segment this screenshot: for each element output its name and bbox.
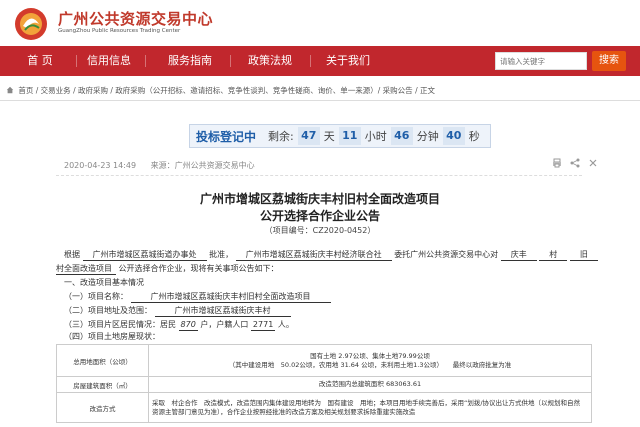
- table-cell-label: 房屋建筑面积（㎡）: [56, 376, 149, 393]
- project-name-end: 村全面改造项目: [56, 263, 116, 275]
- nav-divider: [230, 55, 231, 67]
- countdown-seconds: 40: [442, 127, 465, 145]
- nav-item-home[interactable]: 首 页: [10, 46, 70, 76]
- article-source: 来源：广州公共资源交易中心: [150, 161, 255, 170]
- table-cell-line: 采取 村企合作 改造模式，改造范围内集体建设用地转为 国有建设 用地；本项目用地…: [152, 398, 581, 407]
- publish-date: 2020-04-23 14:49: [64, 161, 137, 170]
- divider: [56, 175, 582, 176]
- table-cell-value: 改造范围内总建筑面积 683063.61: [148, 376, 592, 393]
- intro-paragraph-line2: 村全面改造项目 公开选择合作企业，现将有关事项公告如下：: [56, 263, 279, 275]
- search-input[interactable]: [495, 52, 587, 70]
- intro-paragraph-line1: 根据 广州市增城区荔城街道办事处 批准， 广州市增城区荔城街庆丰村经济联合社 委…: [64, 249, 598, 261]
- nav-divider: [145, 55, 146, 67]
- village-name: 庆丰: [500, 249, 537, 261]
- item-project-name: （一）项目名称： 广州市增城区荔城街庆丰村旧村全面改造项目: [64, 291, 331, 303]
- item-label: （二）项目地址及范围：: [64, 306, 152, 315]
- countdown-days: 47: [297, 127, 320, 145]
- print-icon[interactable]: [552, 158, 562, 168]
- item-land-status: （四）项目土地房屋现状：: [64, 332, 160, 341]
- table-row: 改造方式 采取 村企合作 改造模式，改造范围内集体建设用地转为 国有建设 用地；…: [56, 392, 592, 423]
- intro-text: 公开选择合作企业，现将有关事项公告如下：: [118, 264, 279, 273]
- table-row: 总用地面积（公顷） 国有土地 2.97公顷、集体土地79.99公顷 （其中建设用…: [56, 344, 592, 377]
- search-button[interactable]: 搜索: [592, 51, 626, 71]
- countdown-status: 投标登记中: [196, 129, 257, 144]
- table-cell-value: 采取 村企合作 改造模式，改造范围内集体建设用地转为 国有建设 用地；本项目用地…: [148, 392, 592, 423]
- nav-item-service-guide[interactable]: 服务指南: [158, 46, 222, 76]
- item-label: （一）项目名称：: [64, 292, 128, 301]
- approving-authority: 广州市增城区荔城街道办事处: [82, 249, 207, 261]
- countdown-seconds-unit: 秒: [468, 130, 480, 143]
- nav-divider: [76, 55, 77, 67]
- table-cell-line: 资源主管部门意见为准），合作企业按照经批准的改造方案及相关规划要求拆除重建实施改…: [152, 407, 416, 416]
- item-project-address: （二）项目地址及范围： 广州市增城区荔城街庆丰村: [64, 305, 291, 317]
- share-icon[interactable]: [570, 158, 580, 168]
- section-heading: 一、改造项目基本情况: [64, 278, 144, 287]
- nav-item-policy[interactable]: 政策法规: [240, 46, 300, 76]
- table-row: 房屋建筑面积（㎡） 改造范围内总建筑面积 683063.61: [56, 376, 592, 393]
- share-tools: [552, 158, 598, 168]
- nav-divider: [310, 55, 311, 67]
- bid-countdown: 投标登记中 剩余: 47 天 11 小时 46 分钟 40 秒: [189, 124, 491, 148]
- item-residents: （三）项目片区居民情况：居民 870 户，户籍人口 2771 人。: [64, 319, 294, 331]
- project-code: （项目编号：CZ2020-0452）: [264, 226, 376, 235]
- site-header: 广州公共资源交易中心 GuangZhou Public Resources Tr…: [0, 0, 640, 46]
- table-cell-line: （其中建设用地 50.02公顷，农用地 31.64 公顷，未利用土地1.3公顷）…: [228, 360, 512, 369]
- item-label: （三）项目片区居民情况：居民: [64, 320, 176, 329]
- home-icon: [6, 86, 14, 94]
- article-meta: 2020-04-23 14:49 来源：广州公共资源交易中心: [64, 160, 255, 171]
- divider: [0, 100, 640, 101]
- breadcrumb-text[interactable]: 首页 / 交易业务 / 政府采购 / 政府采购（公开招标、邀请招标、竞争性谈判、…: [18, 86, 435, 95]
- table-cell-label: 改造方式: [56, 392, 149, 423]
- intro-text: 根据: [64, 250, 80, 259]
- table-cell-line: 国有土地 2.97公顷、集体土地79.99公顷: [310, 351, 430, 360]
- countdown-prefix: 剩余:: [268, 130, 294, 143]
- nav-item-about[interactable]: 关于我们: [318, 46, 378, 76]
- site-subtitle: GuangZhou Public Resources Trading Cente…: [58, 28, 181, 34]
- entrusting-party: 广州市增城区荔城街庆丰村经济联合社: [235, 249, 392, 261]
- breadcrumb: 首页 / 交易业务 / 政府采购 / 政府采购（公开招标、邀请招标、竞争性谈判、…: [0, 84, 640, 98]
- household-count: 870: [178, 320, 198, 331]
- site-logo-icon[interactable]: [13, 6, 49, 42]
- item-value: 广州市增城区荔城街庆丰村: [154, 305, 291, 317]
- article-title-line1: 广州市增城区荔城街庆丰村旧村全面改造项目: [199, 192, 440, 206]
- intro-text: 批准，: [209, 250, 234, 259]
- countdown-minutes: 46: [390, 127, 413, 145]
- item-text: 户，户籍人口: [200, 320, 249, 329]
- countdown-hours: 11: [338, 127, 361, 145]
- nav-item-credit[interactable]: 信用信息: [80, 46, 138, 76]
- item-value: 广州市增城区荔城街庆丰村旧村全面改造项目: [130, 291, 331, 303]
- article-title-line2: 公开选择合作企业公告: [259, 209, 380, 223]
- table-cell-value: 国有土地 2.97公顷、集体土地79.99公顷 （其中建设用地 50.02公顷，…: [148, 344, 592, 377]
- project-name-start: 旧: [569, 249, 598, 261]
- countdown-days-unit: 天: [323, 130, 335, 143]
- close-icon[interactable]: [588, 158, 598, 168]
- item-text: 人。: [277, 320, 294, 329]
- table-cell-label: 总用地面积（公顷）: [56, 344, 149, 377]
- population-count: 2771: [250, 320, 276, 331]
- site-title: 广州公共资源交易中心: [58, 10, 214, 28]
- intro-text: 委托广州公共资源交易中心对: [394, 250, 499, 259]
- countdown-minutes-unit: 分钟: [416, 130, 439, 143]
- land-status-table: 总用地面积（公顷） 国有土地 2.97公顷、集体土地79.99公顷 （其中建设用…: [56, 344, 592, 423]
- countdown-hours-unit: 小时: [364, 130, 387, 143]
- village-suffix: 村: [539, 249, 568, 261]
